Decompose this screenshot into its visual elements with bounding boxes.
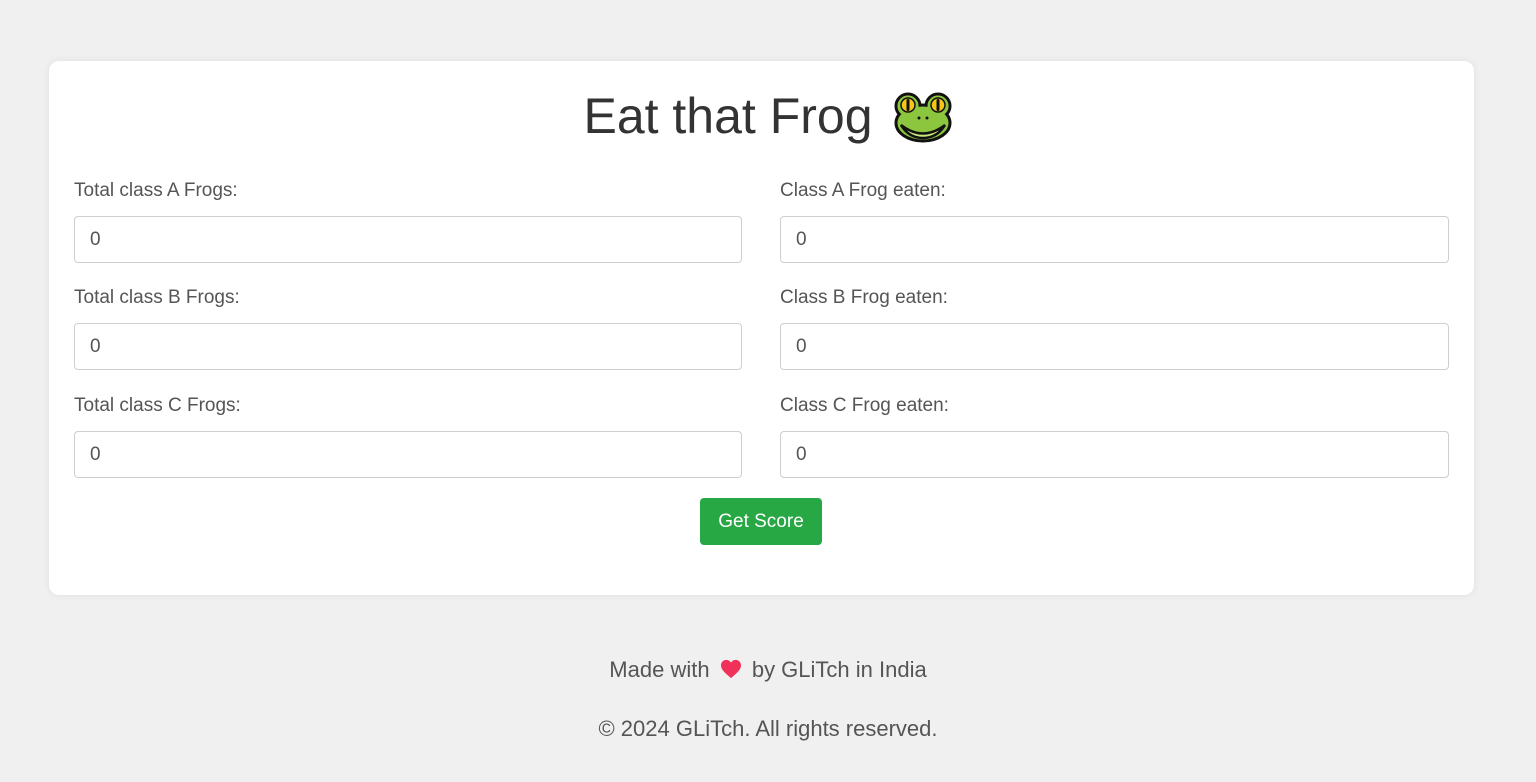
made-with-prefix: Made with	[609, 657, 710, 682]
copyright-text: © 2024 GLiTch. All rights reserved.	[598, 716, 938, 741]
class-a-eaten-input[interactable]	[780, 216, 1449, 263]
total-class-a-input[interactable]	[74, 216, 742, 263]
class-c-eaten-label: Class C Frog eaten:	[780, 395, 949, 416]
class-c-eaten-input[interactable]	[780, 431, 1449, 478]
heart-icon	[720, 659, 741, 679]
total-class-c-input[interactable]	[74, 431, 742, 478]
total-class-a-label: Total class A Frogs:	[74, 180, 238, 201]
page-title: Eat that Frog	[583, 88, 873, 144]
class-b-eaten-label: Class B Frog eaten:	[780, 287, 948, 308]
class-a-eaten-label: Class A Frog eaten:	[780, 180, 946, 201]
made-with-suffix: by GLiTch in India	[751, 657, 927, 682]
made-with-line: Made with by GLiTch in India	[0, 656, 1536, 684]
frog-icon	[894, 92, 952, 143]
get-score-button[interactable]: Get Score	[700, 498, 822, 545]
total-class-b-input[interactable]	[74, 323, 742, 370]
total-class-b-label: Total class B Frogs:	[74, 287, 240, 308]
total-class-c-label: Total class C Frogs:	[74, 395, 241, 416]
page-header: Eat that Frog	[0, 84, 1536, 148]
class-b-eaten-input[interactable]	[780, 323, 1449, 370]
